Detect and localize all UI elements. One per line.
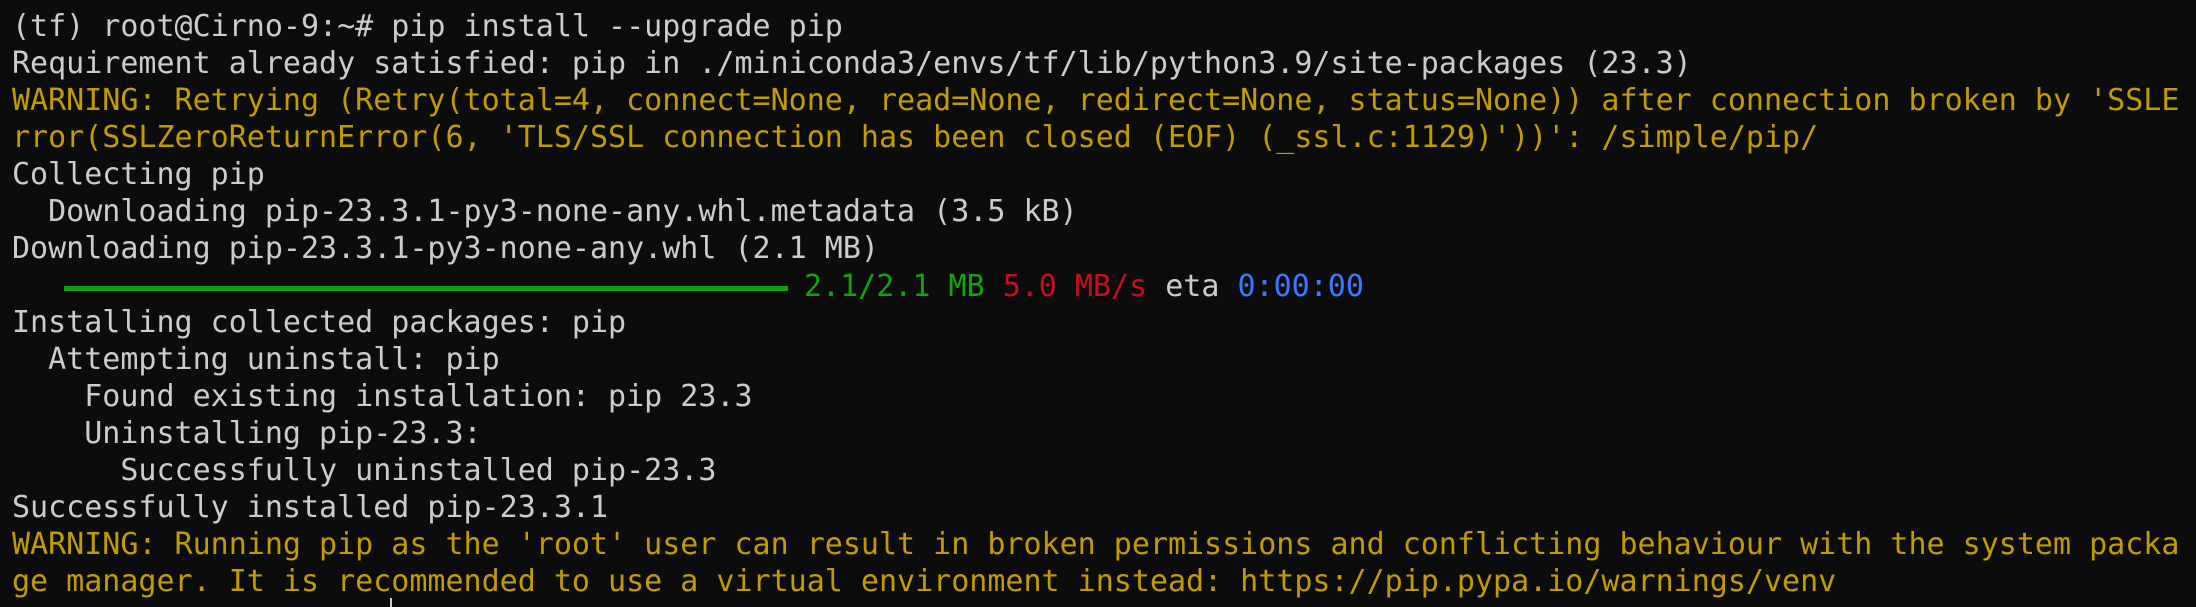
progress-eta: 0:00:00 xyxy=(1237,269,1364,304)
attempting-uninstall-line: Attempting uninstall: pip xyxy=(12,342,500,377)
found-existing-line: Found existing installation: pip 23.3 xyxy=(12,379,753,414)
uninstalling-line: Uninstalling pip-23.3: xyxy=(12,416,482,451)
downloading-metadata-line: Downloading pip-23.3.1-py3-none-any.whl.… xyxy=(12,194,1078,229)
warning-root-line-1: WARNING: Running pip as the 'root' user … xyxy=(12,527,2180,562)
downloading-wheel-line: Downloading pip-23.3.1-py3-none-any.whl … xyxy=(12,231,879,266)
text-cursor xyxy=(390,598,392,607)
installed-line: Successfully installed pip-23.3.1 xyxy=(12,490,609,525)
download-progress-bar xyxy=(64,286,788,291)
requirement-satisfied-line: Requirement already satisfied: pip in ./… xyxy=(12,46,1692,81)
warning-root-line-2: ge manager. It is recommended to use a v… xyxy=(12,564,1837,599)
download-progress-stats: 2.1/2.1 MB 5.0 MB/s eta 0:00:00 xyxy=(804,268,1364,305)
warning-retry-line-1: WARNING: Retrying (Retry(total=4, connec… xyxy=(12,83,2180,118)
warning-retry-line-2: rror(SSLZeroReturnError(6, 'TLS/SSL conn… xyxy=(12,120,1819,155)
progress-eta-label: eta xyxy=(1165,269,1220,304)
installing-line: Installing collected packages: pip xyxy=(12,305,627,340)
collecting-line: Collecting pip xyxy=(12,157,265,192)
progress-speed: 5.0 MB/s xyxy=(1002,269,1148,304)
progress-size: 2.1/2.1 MB xyxy=(804,269,985,304)
command-prompt-line: (tf) root@Cirno-9:~# pip install --upgra… xyxy=(12,9,843,44)
terminal-window[interactable]: (tf) root@Cirno-9:~# pip install --upgra… xyxy=(0,0,2196,607)
uninstalled-line: Successfully uninstalled pip-23.3 xyxy=(12,453,717,488)
